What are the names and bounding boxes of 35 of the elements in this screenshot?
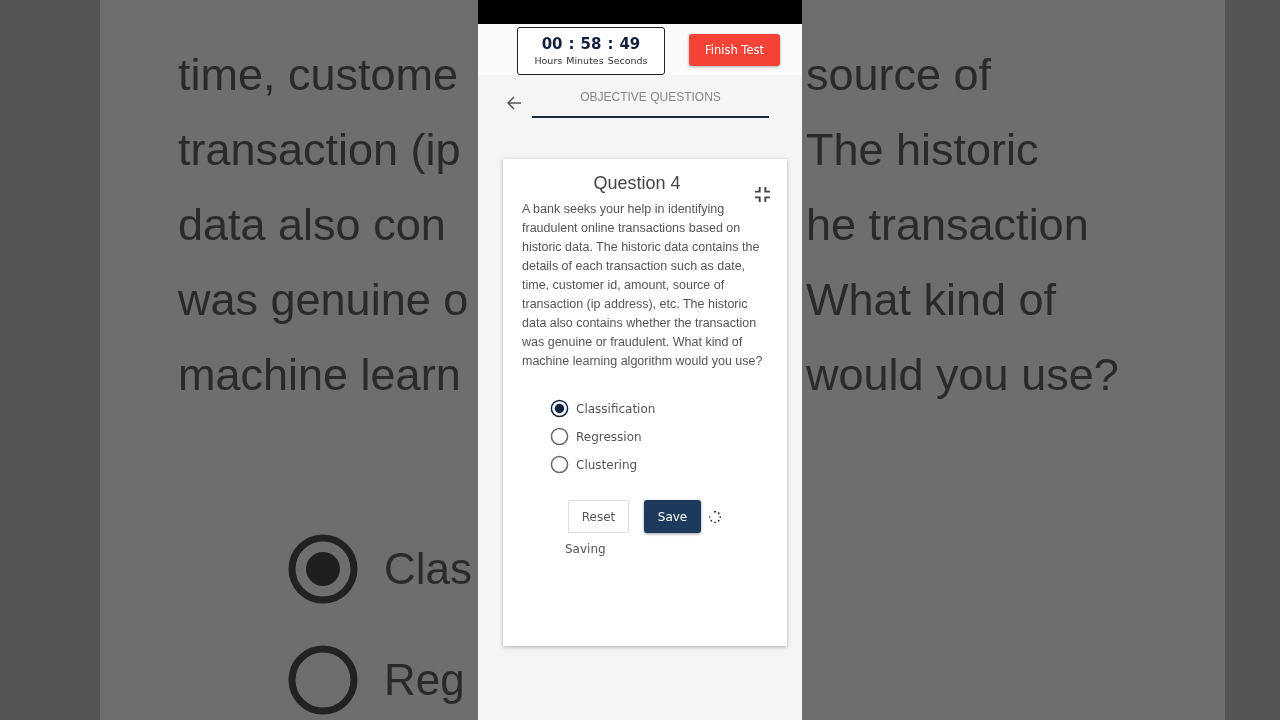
backdrop-text: Reg xyxy=(384,655,465,705)
timer-unit-label: Minutes xyxy=(566,55,604,66)
seconds-value: 49 xyxy=(619,35,641,53)
separator: : xyxy=(607,35,614,53)
reset-button[interactable]: Reset xyxy=(568,500,629,533)
question-text: A bank seeks your help in identifying fraudulent online transactions based on historic data. The historic data contains the details of each transaction such as date, time, customer id, amount, source of transaction (ip address), etc. The historic data also contains whether the transaction was genuine or fraudulent. What kind of machine learning algorithm would you use? xyxy=(522,201,764,370)
loading-spinner-icon xyxy=(708,509,722,524)
backdrop-text: was genuine o xyxy=(178,273,469,327)
radio-button[interactable] xyxy=(550,455,569,474)
backdrop-text: source of xyxy=(806,48,992,102)
backdrop-text: he transaction xyxy=(806,198,1089,252)
backdrop-text: Clas xyxy=(384,544,473,594)
saving-status: Saving xyxy=(565,542,606,556)
finish-test-button[interactable]: Finish Test xyxy=(689,33,780,66)
backdrop-text: What kind of xyxy=(806,273,1057,327)
option-label[interactable]: Clustering xyxy=(576,457,638,472)
radio-button[interactable] xyxy=(550,427,569,446)
backdrop-text: data also con xyxy=(178,198,446,252)
backdrop-text: time, custome xyxy=(178,48,459,102)
save-button[interactable]: Save xyxy=(644,500,701,533)
back-arrow-icon[interactable] xyxy=(506,95,522,111)
option-label[interactable]: Regression xyxy=(576,429,642,444)
timer-unit-label: Seconds xyxy=(607,55,648,66)
backdrop-text: machine learn xyxy=(178,348,461,402)
hours-value: 00 xyxy=(541,35,563,53)
timer-unit-label: Hours xyxy=(534,55,563,66)
separator: : xyxy=(568,35,575,53)
backdrop-text: would you use? xyxy=(806,348,1119,402)
backdrop-text: transaction (ip xyxy=(178,123,461,177)
radio-button[interactable] xyxy=(550,399,569,418)
backdrop-text: The historic xyxy=(806,123,1039,177)
minutes-value: 58 xyxy=(580,35,602,53)
option-label[interactable]: Classification xyxy=(576,401,656,416)
question-title: Question 4 xyxy=(593,173,681,194)
collapse-icon[interactable] xyxy=(754,186,771,203)
